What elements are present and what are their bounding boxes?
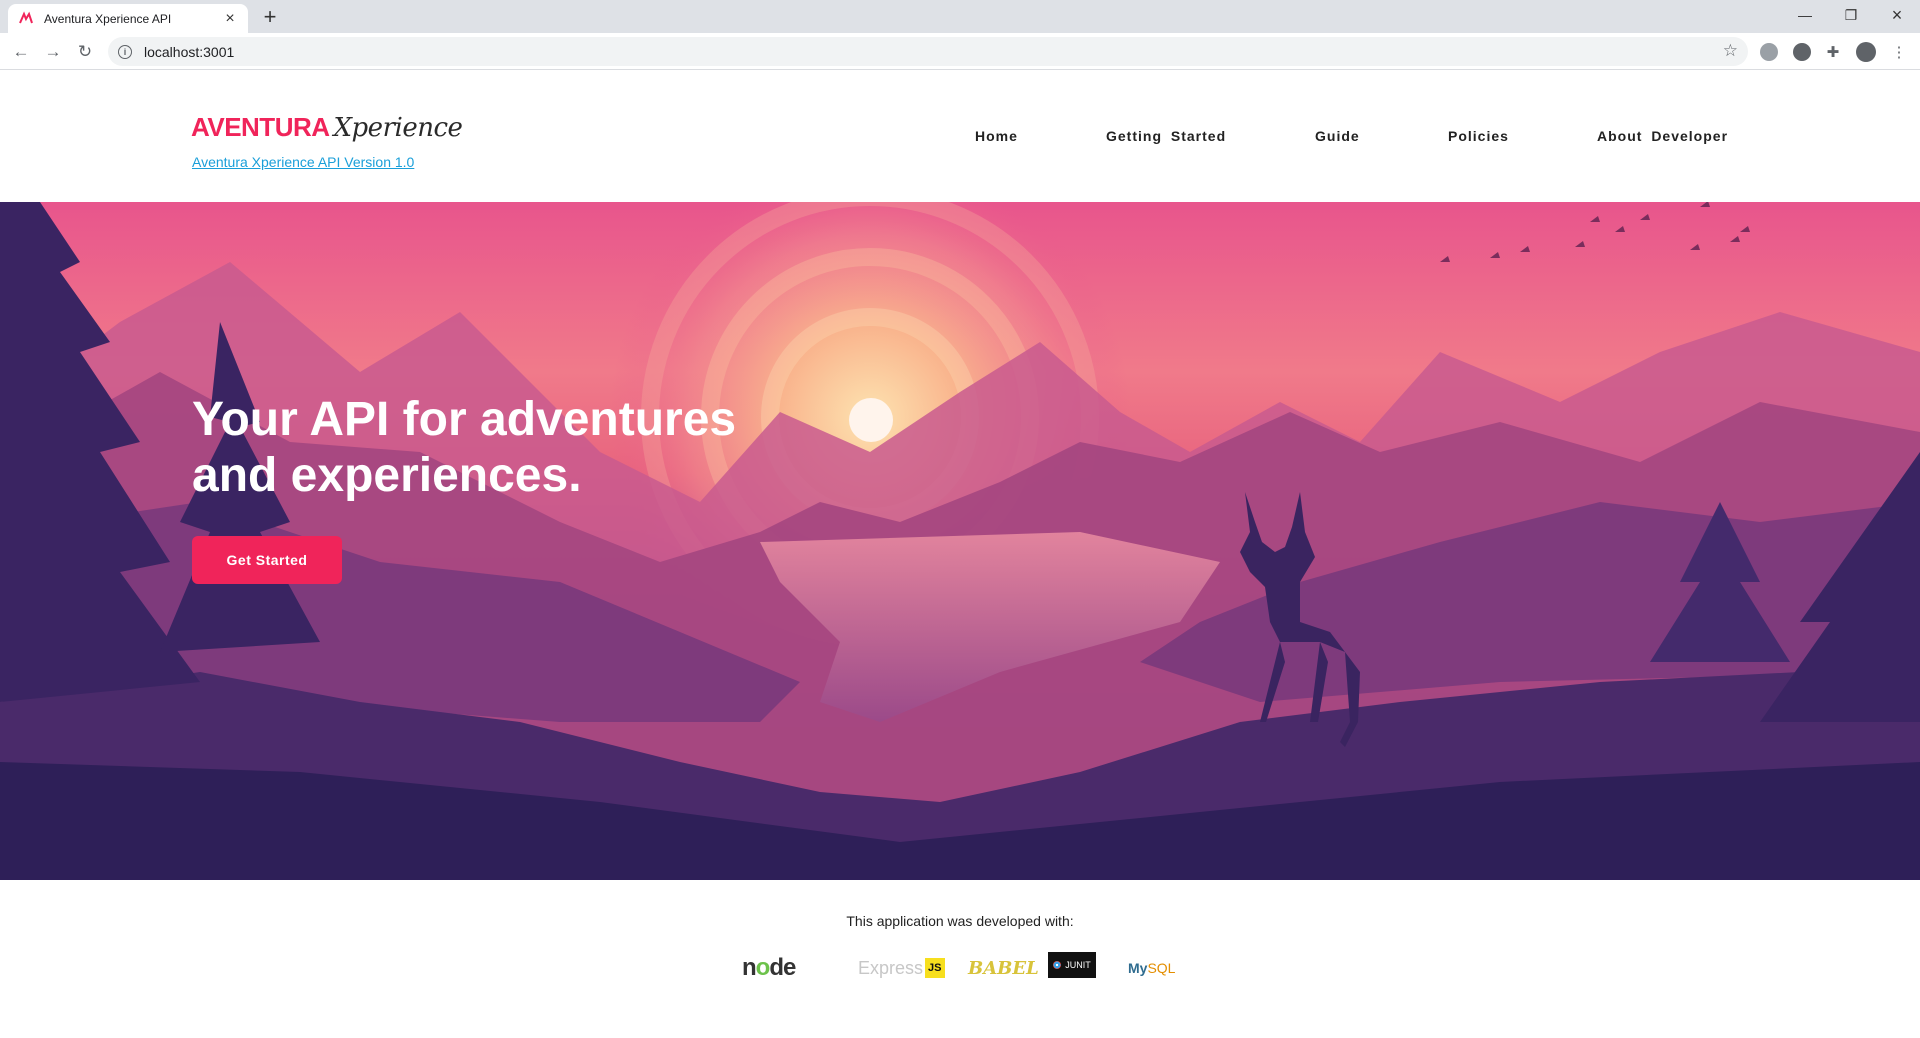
more-menu-icon[interactable]: ⋮ — [1888, 41, 1910, 63]
junit-logo: JUNIT — [1048, 952, 1096, 978]
mysql-logo-sql: SQL — [1147, 960, 1176, 976]
browser-toolbar: ← → ↻ i localhost:3001 ☆ ✚ ⋮ — [0, 33, 1920, 70]
nodejs-logo: node — [742, 952, 796, 984]
browser-tab[interactable]: Aventura Xperience API × — [8, 4, 248, 33]
nav-policies[interactable]: Policies — [1448, 128, 1509, 144]
hero-banner: Your API for adventures and experiences.… — [0, 202, 1920, 880]
profile-avatar-icon[interactable] — [1856, 42, 1876, 62]
new-tab-icon[interactable]: + — [258, 5, 282, 29]
junit-logo-icon — [1053, 961, 1062, 969]
expressjs-logo-badge: JS — [925, 958, 945, 978]
restore-icon[interactable]: ❐ — [1828, 0, 1874, 30]
forward-icon[interactable]: → — [42, 41, 64, 63]
site-favicon-icon — [19, 10, 33, 23]
url-text[interactable]: localhost:3001 — [144, 44, 234, 60]
logo-script-text: Xperience — [333, 113, 463, 143]
nav-getting-started[interactable]: Getting Started — [1106, 128, 1226, 144]
site-logo[interactable]: AVENTURA Xperience — [191, 112, 463, 143]
reload-icon[interactable]: ↻ — [74, 41, 96, 63]
extensions-puzzle-icon[interactable]: ✚ — [1822, 41, 1844, 63]
nav-about-developer[interactable]: About Developer — [1597, 128, 1728, 144]
close-window-icon[interactable]: × — [1874, 0, 1920, 30]
extension-grammarly-icon[interactable] — [1760, 43, 1778, 61]
mysql-logo-my: My — [1128, 960, 1148, 976]
expressjs-logo: Express JS — [858, 952, 945, 984]
hero-title-line-2: and experiences. — [192, 449, 582, 502]
get-started-button[interactable]: Get Started — [192, 536, 342, 584]
babel-logo: BABEL — [968, 957, 1039, 979]
tab-close-icon[interactable]: × — [222, 10, 238, 27]
footer: This application was developed with: nod… — [0, 880, 1920, 1038]
tab-title: Aventura Xperience API — [44, 11, 172, 26]
browser-tab-bar: Aventura Xperience API × + — ❐ × — [0, 0, 1920, 33]
version-link[interactable]: Aventura Xperience API Version 1.0 — [192, 154, 414, 170]
hero-title: Your API for adventures and experiences. — [192, 392, 812, 504]
mysql-logo: My SQL — [1128, 952, 1175, 984]
nav-guide[interactable]: Guide — [1315, 128, 1360, 144]
junit-logo-text: JUNIT — [1065, 960, 1091, 970]
back-icon[interactable]: ← — [10, 41, 32, 63]
minimize-icon[interactable]: — — [1782, 0, 1828, 30]
nodejs-logo-d: d — [769, 954, 784, 981]
nav-home[interactable]: Home — [975, 128, 1018, 144]
extension-download-icon[interactable] — [1793, 43, 1811, 61]
nodejs-logo-e: e — [783, 954, 796, 981]
footer-text: This application was developed with: — [846, 913, 1074, 929]
hero-title-line-1: Your API for adventures — [192, 393, 737, 446]
expressjs-logo-text: Express — [858, 957, 924, 978]
bookmark-star-icon[interactable]: ☆ — [1723, 41, 1738, 61]
site-info-icon[interactable]: i — [118, 44, 132, 59]
nodejs-logo-o: o — [755, 954, 771, 981]
logo-main-text: AVENTURA — [191, 112, 330, 142]
address-bar[interactable]: i localhost:3001 ☆ — [108, 37, 1748, 66]
nodejs-logo-n: n — [742, 954, 757, 981]
